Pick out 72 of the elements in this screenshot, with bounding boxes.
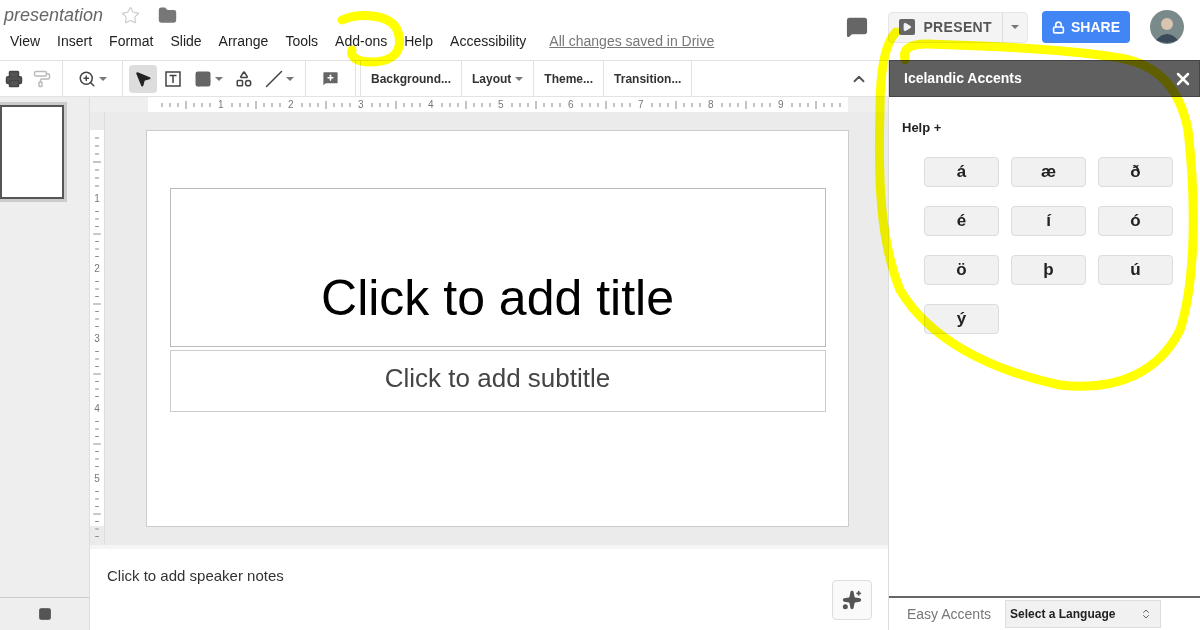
shapes-icon xyxy=(235,69,253,88)
caret-icon xyxy=(99,76,107,81)
ruler-number: 8 xyxy=(708,99,714,110)
line-icon xyxy=(265,69,283,88)
ruler-number: 3 xyxy=(94,334,100,344)
menu-item[interactable]: Format xyxy=(109,30,154,52)
add-comment-icon xyxy=(321,69,340,88)
ruler-number: 5 xyxy=(94,474,100,484)
accent-button[interactable]: é xyxy=(924,206,999,236)
ruler-number: 2 xyxy=(94,264,100,274)
text-box-icon xyxy=(164,69,182,88)
ruler-number: 4 xyxy=(428,99,434,110)
slide-thumbnail[interactable] xyxy=(0,105,64,199)
caret-icon xyxy=(1011,25,1019,29)
subtitle-placeholder[interactable]: Click to add subtitle xyxy=(169,350,826,412)
menu-item[interactable]: Slide xyxy=(170,30,202,52)
ruler-number: 3 xyxy=(358,99,364,110)
lock-icon xyxy=(1052,20,1065,34)
accent-button[interactable]: í xyxy=(1011,206,1086,236)
folder-icon[interactable] xyxy=(158,5,178,25)
menu-item[interactable]: Arrange xyxy=(218,30,269,52)
sparkle-icon xyxy=(842,590,862,610)
accent-button[interactable]: ö xyxy=(924,255,999,285)
comments-icon[interactable] xyxy=(846,16,869,38)
sidebar-title: Icelandic Accents xyxy=(904,69,1022,88)
accent-button[interactable]: ó xyxy=(1098,206,1173,236)
save-status-link[interactable]: All changes saved in Drive xyxy=(549,30,715,52)
zoom-icon xyxy=(78,69,96,88)
ruler-number: 6 xyxy=(568,99,574,110)
paint-roller-icon xyxy=(33,69,51,88)
cursor-icon xyxy=(134,69,152,88)
print-icon xyxy=(5,69,23,88)
ruler-number: 2 xyxy=(288,99,294,110)
accent-button[interactable]: æ xyxy=(1011,157,1086,187)
menu-item[interactable]: Accessibility xyxy=(450,30,527,52)
menu-item[interactable]: View xyxy=(10,30,41,52)
ruler-number: 5 xyxy=(498,99,504,110)
ruler-number: 4 xyxy=(94,404,100,414)
slide-canvas[interactable]: Click to add title Click to add subtitle xyxy=(146,130,849,527)
share-button[interactable]: SHARE xyxy=(1042,11,1130,43)
toolbar-text-button[interactable]: Theme... xyxy=(534,61,605,96)
explore-button[interactable] xyxy=(832,580,872,620)
help-link[interactable]: Help + xyxy=(902,120,942,135)
accent-button[interactable]: þ xyxy=(1011,255,1086,285)
toolbar-text-button[interactable]: Layout xyxy=(462,61,535,96)
caret-icon xyxy=(286,76,294,81)
ruler-number: 1 xyxy=(94,194,100,204)
select-tool-button[interactable] xyxy=(129,64,157,93)
footer-label: Easy Accents xyxy=(907,604,992,624)
ruler-number: 9 xyxy=(778,99,784,110)
avatar[interactable] xyxy=(1150,10,1184,44)
ruler-number: 7 xyxy=(638,99,644,110)
marker-scribble xyxy=(337,11,405,67)
dropdown-caret-icon xyxy=(515,76,524,81)
speaker-notes-field[interactable]: Click to add speaker notes xyxy=(90,549,832,630)
accent-button[interactable]: ý xyxy=(924,304,999,334)
language-select[interactable]: Select a Language xyxy=(1005,600,1162,628)
toolbar-text-button[interactable]: Transition... xyxy=(604,61,693,96)
menu-item[interactable]: Add-ons xyxy=(335,30,388,52)
accent-button[interactable]: ð xyxy=(1098,157,1173,187)
title-placeholder[interactable]: Click to add title xyxy=(169,188,826,347)
accent-button[interactable]: á xyxy=(924,157,999,187)
caret-icon xyxy=(215,76,223,81)
document-title[interactable]: presentation xyxy=(4,1,104,29)
menu-item[interactable]: Insert xyxy=(57,30,93,52)
ruler-number: 1 xyxy=(218,99,224,110)
accent-button[interactable]: ú xyxy=(1098,255,1173,285)
star-icon[interactable] xyxy=(121,5,141,25)
menu-item[interactable]: Tools xyxy=(285,30,319,52)
toolbar-text-button[interactable]: Background... xyxy=(361,61,462,96)
play-icon xyxy=(899,19,916,35)
menu-item[interactable]: Help xyxy=(404,30,434,52)
